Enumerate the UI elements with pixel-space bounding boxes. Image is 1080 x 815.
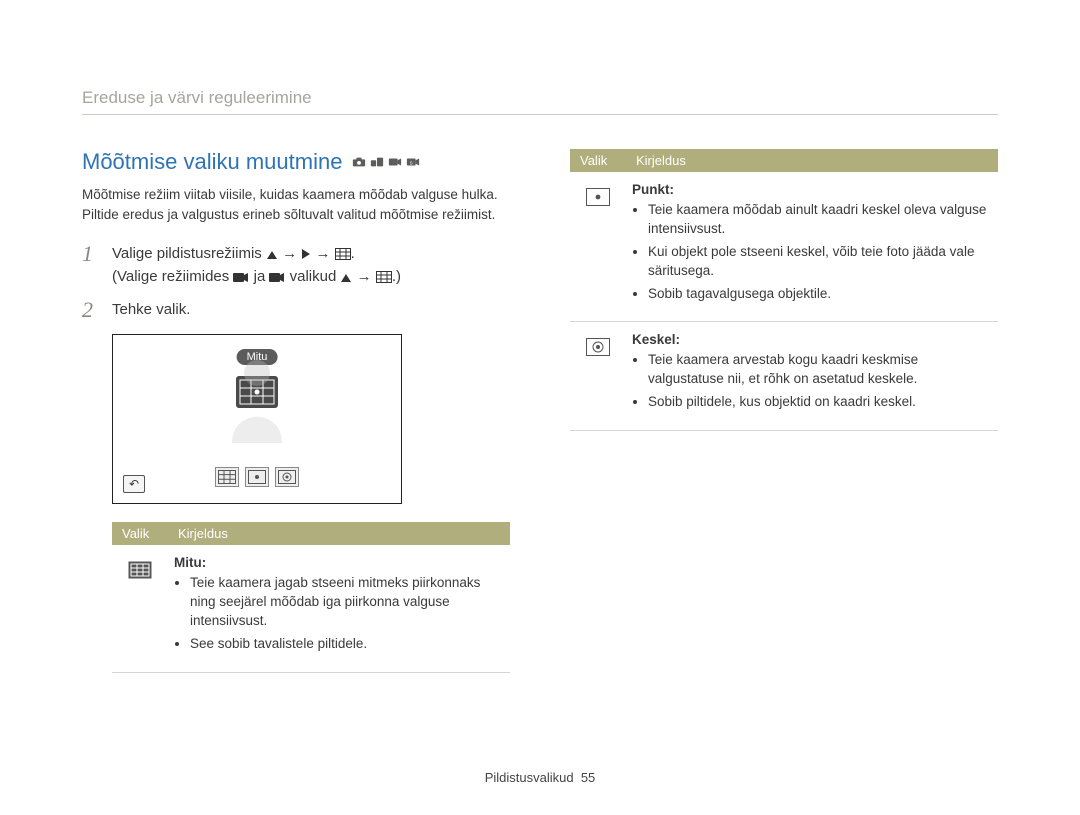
footer-section: Pildistusvalikud [485,770,574,785]
option-icon-mitu [112,545,168,672]
page-footer: Pildistusvalikud 55 [0,770,1080,785]
section-title: Mõõtmise valiku muutmine S [82,149,510,175]
arrow-up-icon [266,250,278,260]
metering-icon-2 [376,271,392,283]
page-header: Ereduse ja värvi reguleerimine [82,88,998,115]
metering-icon [335,248,351,260]
mode-icons-row: S [352,156,420,168]
multi-meter-small-icon [215,467,239,487]
intro-text: Mõõtmise režiim viitab viisile, kuidas k… [82,185,510,226]
option-row-mitu: Mitu: Teie kaamera jagab stseeni mitmeks… [112,545,510,672]
step1-text-c: ja [254,268,270,285]
option-keskel-bullet-1: Teie kaamera arvestab kogu kaadri keskmi… [648,351,992,389]
step1-text-d: valikud [290,268,341,285]
option-row-keskel: Keskel: Teie kaamera arvestab kogu kaadr… [570,322,998,431]
option-desc-punkt: Punkt: Teie kaamera mõõdab ainult kaadri… [626,172,998,322]
options-table-right: Valik Kirjeldus Punkt: Teie kaamera mõõd… [570,149,998,431]
dual-icon [370,156,384,168]
svg-text:S: S [410,161,413,166]
step1-text-a: Valige pildistusrežiimis [112,245,266,262]
option-desc-mitu: Mitu: Teie kaamera jagab stseeni mitmeks… [168,545,510,672]
options-table-left: Valik Kirjeldus Mitu: Teie kaamera jagab… [112,522,510,673]
section-title-text: Mõõtmise valiku muutmine [82,149,342,175]
col-option-header-r: Valik [570,149,626,172]
option-punkt-bullet-2: Kui objekt pole stseeni keskel, võib tei… [648,243,992,281]
metering-options-row [215,467,299,487]
option-icon-keskel [570,322,626,431]
right-column: Valik Kirjeldus Punkt: Teie kaamera mõõd… [570,149,998,673]
video-icon [388,156,402,168]
step-1-body: Valige pildistusrežiimis → → . (Valige r… [112,242,401,289]
back-button[interactable]: ↶ [123,475,145,493]
center-meter-small-icon [275,467,299,487]
step-1: 1 Valige pildistusrežiimis → → . (Valige… [82,242,510,289]
option-icon-punkt [570,172,626,322]
smart-video-icon: S [406,156,420,168]
left-column: Mõõtmise valiku muutmine S Mõõtmise reži… [82,149,510,673]
spot-meter-cell-icon [586,188,610,206]
option-mitu-bullet-1: Teie kaamera jagab stseeni mitmeks piirk… [190,574,504,631]
col-option-header: Valik [112,522,168,545]
option-name-mitu: Mitu: [174,555,504,570]
smart-mode-icon [269,272,285,283]
arrow-up-icon-2 [340,273,352,283]
person-silhouette-icon [217,353,297,443]
option-keskel-bullet-2: Sobib piltidele, kus objektid on kaadri … [648,393,992,412]
option-name-keskel: Keskel: [632,332,992,347]
arrow-right-icon [301,248,311,260]
option-punkt-bullet-3: Sobib tagavalgusega objektile. [648,285,992,304]
table-header-row: Valik Kirjeldus [112,522,510,545]
option-name-punkt: Punkt: [632,182,992,197]
option-punkt-bullet-1: Teie kaamera mõõdab ainult kaadri keskel… [648,201,992,239]
video-mode-icon [233,272,249,283]
option-mitu-bullet-2: See sobib tavalistele piltidele. [190,635,504,654]
step-number-1: 1 [82,242,100,289]
step-2-body: Tehke valik. [112,298,190,322]
col-desc-header: Kirjeldus [168,522,510,545]
center-meter-cell-icon [586,338,610,356]
spot-meter-small-icon [245,467,269,487]
footer-page-number: 55 [581,770,595,785]
step-2: 2 Tehke valik. [82,298,510,322]
option-desc-keskel: Keskel: Teie kaamera arvestab kogu kaadr… [626,322,998,431]
camera-screen-preview: Mitu [112,334,402,504]
table-header-row-right: Valik Kirjeldus [570,149,998,172]
step-number-2: 2 [82,298,100,322]
col-desc-header-r: Kirjeldus [626,149,998,172]
multi-meter-cell-icon [128,561,152,579]
camera-p-icon [352,156,366,168]
step1-text-b: (Valige režiimides [112,268,233,285]
option-row-punkt: Punkt: Teie kaamera mõõdab ainult kaadri… [570,172,998,322]
